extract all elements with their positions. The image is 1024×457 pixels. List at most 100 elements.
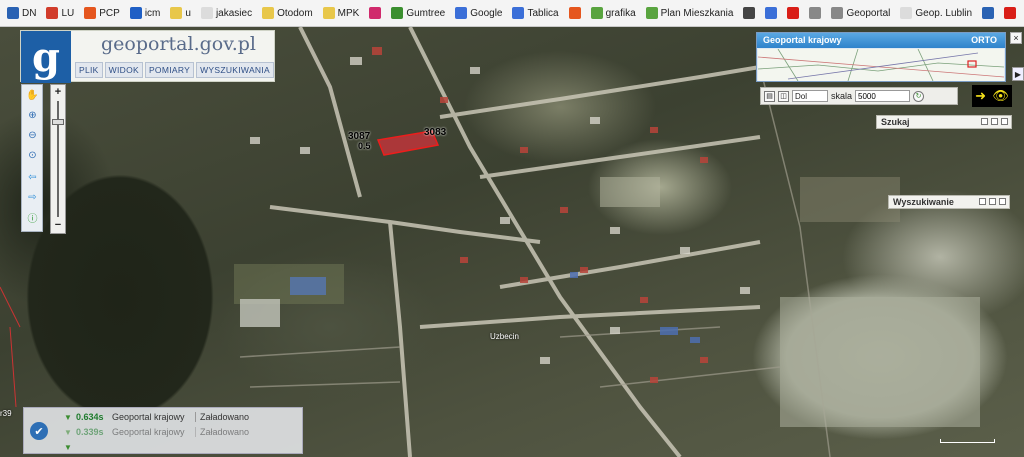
overview-map[interactable] — [757, 48, 1005, 82]
bookmark-item[interactable] — [760, 0, 782, 26]
bookmark-item[interactable]: jakasiec — [196, 0, 257, 26]
print-icon[interactable]: ▤ — [764, 90, 775, 102]
overview-map-panel: Geoportal krajowy ORTO — [756, 32, 1006, 82]
road-cross — [269, 205, 541, 244]
bookmark-item[interactable]: LU — [41, 0, 79, 26]
geoportal-logo[interactable]: g — [21, 31, 71, 83]
bookmark-item[interactable]: icm — [125, 0, 166, 26]
bookmark-item[interactable] — [977, 0, 999, 26]
arrow-right-icon: ➜ — [975, 88, 987, 103]
bookmark-item[interactable]: Geoportal — [826, 0, 895, 26]
help-icon[interactable] — [981, 118, 988, 125]
road-main — [408, 27, 682, 457]
parcel-label-c: 0.5 — [358, 141, 371, 151]
bookmark-label: DN — [22, 7, 37, 19]
minimize-icon[interactable] — [991, 118, 998, 125]
geoportal-header: g geoportal.gov.pl PLIK WIDOK POMIARY WY… — [20, 30, 275, 83]
bookmark-label: LU — [61, 7, 75, 19]
bookmark-item[interactable]: PCP — [79, 0, 125, 26]
search-panel-title: Szukaj — [881, 117, 910, 127]
zoom-slider[interactable]: + − — [50, 84, 66, 234]
road-ne — [439, 65, 761, 119]
bookmark-item[interactable]: DN — [2, 0, 41, 26]
road-south — [388, 221, 412, 457]
minimize-icon[interactable] — [989, 198, 996, 205]
bookmark-icon — [129, 7, 142, 19]
bookmark-item[interactable]: Google — [450, 0, 507, 26]
menu-plik[interactable]: PLIK — [75, 62, 103, 78]
bookmark-icon — [809, 7, 822, 19]
scale-toolbar: ▤ ◫ Dol skala ↻ — [760, 87, 958, 105]
bookmark-icon — [982, 7, 995, 19]
zoom-extent-icon[interactable]: ⊙ — [26, 149, 39, 162]
bookmark-item[interactable]: grafika — [586, 0, 641, 26]
bookmark-item[interactable]: u — [165, 0, 196, 26]
info-icon[interactable]: ⓘ — [26, 211, 39, 225]
zoom-minus-button[interactable]: − — [53, 219, 63, 231]
bookmark-label: Otodom — [277, 7, 313, 19]
scale-label: skala — [831, 91, 853, 101]
help-icon[interactable] — [979, 198, 986, 205]
refresh-icon[interactable]: ↻ — [913, 90, 925, 102]
bookmark-item[interactable]: Gumtree — [386, 0, 450, 26]
status-dot-icon: ▼ — [64, 442, 72, 452]
bookmark-label: Geoportal — [846, 7, 891, 19]
pan-hand-icon[interactable]: ✋ — [26, 89, 39, 102]
menu-wyszukiwania[interactable]: WYSZUKIWANIA — [196, 62, 274, 78]
status-source: Geoportal krajowy — [112, 427, 196, 437]
back-arrow-icon[interactable]: ⇦ — [26, 171, 39, 184]
bookmark-item[interactable]: MPK — [318, 0, 365, 26]
zoom-thumb[interactable] — [52, 119, 64, 125]
bookmark-icon — [512, 7, 525, 19]
close-icon[interactable] — [999, 198, 1006, 205]
bookmark-item[interactable] — [804, 0, 826, 26]
bookmark-item[interactable]: Otodom — [257, 0, 318, 26]
bookmark-label: Geop. Lublin — [915, 7, 973, 19]
bookmark-item[interactable] — [364, 0, 386, 26]
zoom-out-icon[interactable]: ⊖ — [26, 129, 39, 142]
bookmark-icon — [455, 7, 468, 19]
bookmark-label: Gumtree — [406, 7, 446, 19]
map-canvas[interactable]: 3087 3083 0.5 Uzbecin r39 g geoportal.go… — [0, 27, 1024, 457]
side-arrow-icon[interactable]: ▶ — [1012, 67, 1024, 81]
bookmark-icon — [900, 7, 913, 19]
close-icon[interactable] — [1001, 118, 1008, 125]
bookmark-label: Tablica — [527, 7, 559, 19]
zoom-plus-button[interactable]: + — [53, 86, 63, 98]
bookmark-icon — [170, 7, 183, 19]
overview-header: Geoportal krajowy ORTO — [757, 33, 1005, 48]
bookmark-icon — [1004, 7, 1017, 19]
bookmark-item[interactable]: Geop. Lublin — [895, 0, 977, 26]
status-source: Geoportal krajowy — [112, 412, 196, 422]
bookmark-item[interactable] — [999, 0, 1021, 26]
parcel-label-b: 3083 — [424, 127, 447, 138]
close-icon[interactable]: × — [1010, 32, 1022, 44]
status-time: 0.339s — [76, 427, 104, 437]
results-panel-header[interactable]: Wyszukiwanie — [888, 195, 1010, 209]
map-scale-legend — [940, 439, 995, 443]
bookmark-item[interactable]: Tablica — [507, 0, 563, 26]
orto-toggle[interactable]: ORTO — [971, 35, 997, 45]
scale-unit-select[interactable]: Dol — [792, 90, 828, 102]
bookmark-item[interactable]: Plan Mieszkania — [641, 0, 739, 26]
bookmark-item[interactable] — [738, 0, 760, 26]
menu-widok[interactable]: WIDOK — [104, 62, 143, 78]
zoom-in-icon[interactable]: ⊕ — [26, 109, 39, 122]
bookmark-icon — [84, 7, 97, 19]
road-east — [479, 135, 761, 179]
check-icon[interactable]: ✔ — [30, 422, 48, 440]
bookmark-label: PCP — [99, 7, 120, 19]
menu-pomiary[interactable]: POMIARY — [144, 62, 195, 78]
bookmark-icon — [369, 7, 382, 19]
forward-arrow-icon[interactable]: ⇨ — [26, 191, 39, 204]
status-row: ▼ — [64, 440, 108, 454]
bookmark-icon — [262, 7, 275, 19]
bookmark-icon — [568, 7, 581, 19]
scale-input[interactable] — [855, 90, 911, 102]
search-panel-header[interactable]: Szukaj — [876, 115, 1012, 129]
bookmark-item[interactable] — [782, 0, 804, 26]
visibility-toggle[interactable]: ➜ 👁 — [972, 85, 1012, 107]
results-panel-buttons — [979, 198, 1006, 205]
camera-icon[interactable]: ◫ — [778, 90, 789, 102]
bookmark-item[interactable] — [564, 0, 586, 26]
